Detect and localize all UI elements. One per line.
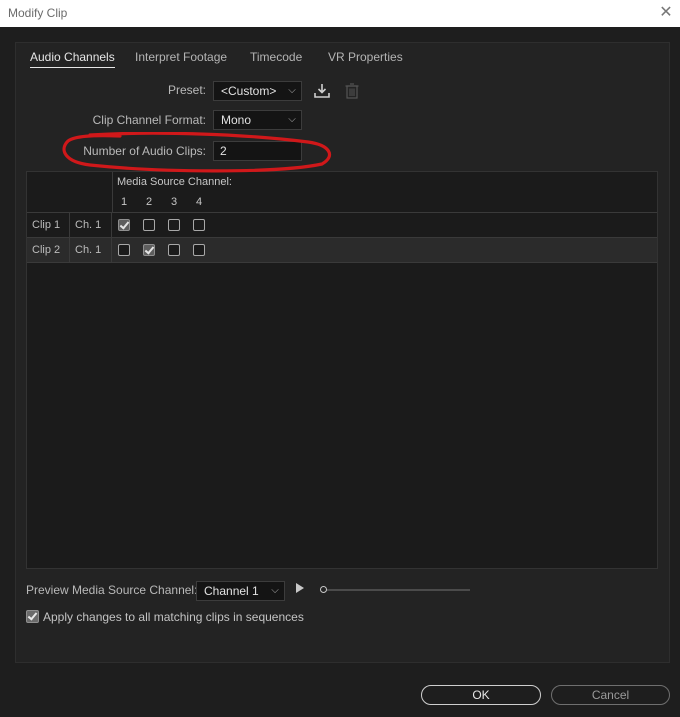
close-icon[interactable]: ✕	[656, 3, 676, 23]
preview-slider-track[interactable]	[324, 589, 470, 591]
channel-checkbox[interactable]	[118, 244, 130, 256]
table-row: Clip 2 Ch. 1	[27, 238, 657, 263]
ok-button[interactable]: OK	[421, 685, 541, 705]
preview-slider-handle[interactable]	[320, 586, 327, 593]
chevron-down-icon: ⌵	[288, 114, 296, 125]
grid-divider	[112, 172, 113, 212]
download-icon[interactable]	[313, 82, 331, 100]
cancel-button[interactable]: Cancel	[551, 685, 670, 705]
channel-checkbox[interactable]	[168, 219, 180, 231]
channel-number-4: 4	[195, 196, 203, 208]
channel-checkbox[interactable]	[193, 244, 205, 256]
audio-clips-value: 2	[220, 144, 227, 158]
media-source-channel-label: Media Source Channel:	[117, 176, 232, 188]
title-bar: Modify Clip ✕	[0, 0, 680, 27]
trash-icon	[345, 83, 359, 99]
channel-checkbox[interactable]	[143, 219, 155, 231]
audio-clips-input[interactable]: 2	[213, 141, 302, 161]
preset-label: Preset:	[167, 83, 206, 97]
preset-select[interactable]: <Custom> ⌵	[213, 81, 302, 101]
channel-number-1: 1	[120, 196, 128, 208]
channel-number-3: 3	[170, 196, 178, 208]
preview-label: Preview Media Source Channel:	[26, 583, 198, 597]
apply-all-checkbox[interactable]	[26, 610, 39, 623]
channel-format-value: Mono	[221, 113, 252, 127]
play-icon[interactable]	[296, 583, 304, 593]
preview-channel-select[interactable]: Channel 1 ⌵	[196, 581, 285, 601]
table-row: Clip 1 Ch. 1	[27, 213, 657, 238]
clip-name: Clip 2	[27, 238, 70, 262]
window-title: Modify Clip	[8, 6, 68, 20]
chevron-down-icon: ⌵	[271, 585, 279, 596]
preview-channel-value: Channel 1	[204, 584, 259, 598]
clip-channel: Ch. 1	[70, 238, 112, 262]
modify-clip-panel: Audio Channels Interpret Footage Timecod…	[15, 42, 670, 663]
clip-name: Clip 1	[27, 213, 70, 237]
tab-audio-channels[interactable]: Audio Channels	[30, 50, 115, 68]
channel-format-select[interactable]: Mono ⌵	[213, 110, 302, 130]
grid-header: Media Source Channel: 1 2 3 4	[27, 172, 657, 213]
channel-checkbox[interactable]	[168, 244, 180, 256]
audio-clips-label: Number of Audio Clips:	[83, 144, 206, 158]
channel-number-2: 2	[145, 196, 153, 208]
chevron-down-icon: ⌵	[288, 85, 296, 96]
tab-vr-properties[interactable]: VR Properties	[328, 50, 403, 64]
channel-checkbox[interactable]	[143, 244, 155, 256]
channel-checkbox[interactable]	[193, 219, 205, 231]
tab-timecode[interactable]: Timecode	[250, 50, 302, 64]
apply-all-label: Apply changes to all matching clips in s…	[43, 610, 304, 624]
channel-checkbox[interactable]	[118, 219, 130, 231]
channel-grid: Media Source Channel: 1 2 3 4 Clip 1 Ch.…	[26, 171, 658, 569]
tab-interpret-footage[interactable]: Interpret Footage	[135, 50, 227, 64]
preset-value: <Custom>	[221, 84, 277, 98]
channel-format-label: Clip Channel Format:	[92, 113, 206, 127]
clip-channel: Ch. 1	[70, 213, 112, 237]
